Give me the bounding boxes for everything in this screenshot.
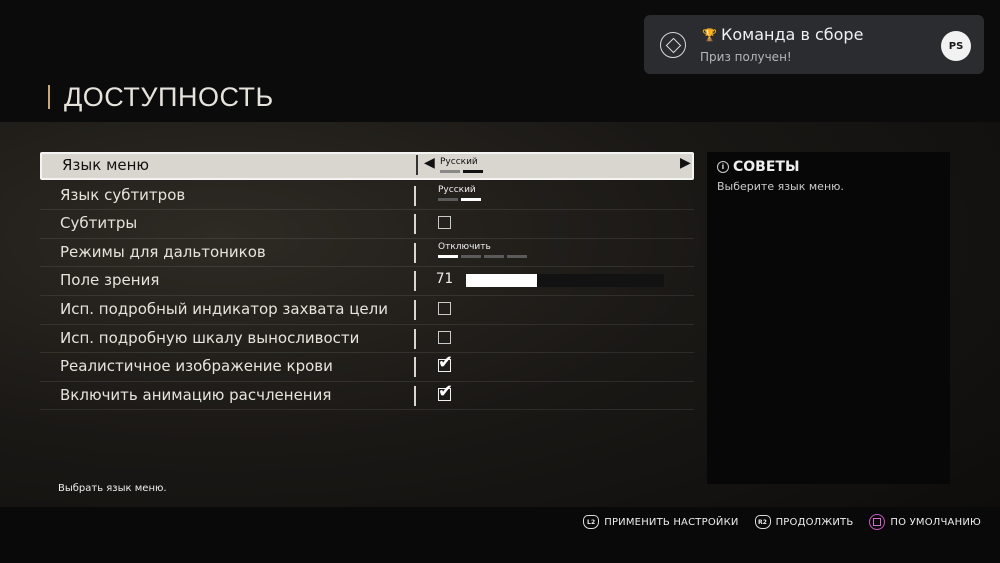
setting-label: Исп. подробную шкалу выносливости (60, 328, 360, 347)
fov-slider[interactable] (466, 274, 664, 288)
setting-label: Поле зрения (60, 271, 160, 290)
tips-panel: i СОВЕТЫ Выберите язык меню. (707, 152, 950, 484)
trophy-icon: 🏆 (702, 28, 717, 42)
setting-checkbox[interactable] (438, 216, 451, 230)
row-divider (414, 185, 416, 206)
row-divider (414, 328, 416, 349)
notification-subtitle: Приз получен! (700, 50, 792, 64)
apply-settings-label: ПРИМЕНИТЬ НАСТРОЙКИ (604, 516, 739, 528)
option-value: Русский (438, 184, 476, 195)
restore-defaults-action[interactable]: ПО УМОЛЧАНИЮ (869, 514, 981, 530)
row-divider (414, 357, 416, 378)
setting-row[interactable]: Язык субтитров Русский (40, 182, 694, 211)
setting-row[interactable]: Включить анимацию расчленения ✔ (40, 381, 694, 411)
row-divider (414, 242, 416, 263)
setting-checkbox[interactable]: ✔ (438, 381, 453, 401)
option-segment (438, 197, 458, 201)
option-segment (484, 254, 504, 258)
setting-label: Язык меню (62, 156, 150, 174)
continue-label: ПРОДОЛЖИТЬ (775, 516, 854, 528)
setting-row[interactable]: Реалистичное изображение крови ✔ (40, 353, 694, 382)
slider-fill (466, 274, 538, 288)
notification-title: Команда в сборе (721, 25, 864, 44)
r2-button-icon: R2 (754, 515, 771, 529)
row-divider (414, 299, 416, 320)
row-divider (414, 385, 416, 406)
option-segment (463, 170, 483, 173)
setting-checkbox[interactable] (438, 301, 451, 315)
setting-row[interactable]: Исп. подробную шкалу выносливости (40, 325, 694, 354)
slider-value: 71 (436, 271, 453, 288)
continue-action[interactable]: R2 ПРОДОЛЖИТЬ (754, 515, 854, 529)
option-segment (507, 254, 527, 258)
setting-label: Исп. подробный индикатор захвата цели (60, 299, 388, 318)
trophy-notification[interactable]: 🏆 Команда в сборе Приз получен! PS (644, 15, 984, 74)
checkmark-icon: ✔ (438, 352, 454, 374)
tips-heading: i СОВЕТЫ (717, 159, 799, 175)
option-segment (440, 170, 460, 173)
row-divider (416, 155, 418, 175)
setting-label: Субтитры (60, 214, 138, 233)
tips-text: Выберите язык меню. (717, 180, 844, 193)
setting-label: Режимы для дальтоников (60, 242, 266, 261)
setting-label: Реалистичное изображение крови (60, 357, 333, 376)
option-segment (438, 254, 458, 258)
option-value: Отключить (438, 241, 491, 252)
checkmark-icon: ✔ (438, 380, 454, 402)
setting-checkbox[interactable]: ✔ (438, 353, 453, 373)
setting-row[interactable]: Язык меню ◀ ▶ Русский (40, 152, 694, 180)
restore-defaults-label: ПО УМОЛЧАНИЮ (890, 516, 981, 528)
option-position-indicator (438, 254, 527, 258)
diamond-icon (660, 32, 686, 58)
setting-row[interactable]: Поле зрения 71 (40, 267, 694, 296)
setting-label: Включить анимацию расчленения (60, 385, 332, 404)
page-title: ДОСТУПНОСТЬ (64, 81, 274, 112)
row-divider (414, 214, 416, 235)
info-icon: i (717, 161, 729, 173)
page-header: ДОСТУПНОСТЬ (48, 80, 274, 114)
footer-hint: Выбрать язык меню. (58, 483, 167, 494)
l2-button-icon: L2 (583, 515, 600, 529)
tips-title: СОВЕТЫ (733, 159, 800, 175)
setting-row[interactable]: Режимы для дальтоников Отключить (40, 239, 694, 268)
arrow-left-icon[interactable]: ◀ (424, 155, 435, 171)
setting-row[interactable]: Субтитры (40, 210, 694, 239)
option-selector[interactable]: Русский (438, 185, 481, 201)
option-position-indicator (440, 170, 483, 173)
row-divider (414, 271, 416, 292)
playstation-icon: PS (941, 31, 971, 61)
option-position-indicator (438, 197, 481, 201)
setting-checkbox[interactable] (438, 330, 451, 344)
apply-settings-action[interactable]: L2 ПРИМЕНИТЬ НАСТРОЙКИ (583, 515, 738, 529)
setting-label: Язык субтитров (60, 185, 186, 204)
option-value: Русский (440, 157, 478, 167)
option-selector[interactable]: Отключить (438, 242, 527, 258)
title-accent-bar (48, 85, 50, 109)
option-segment (461, 254, 481, 258)
setting-row[interactable]: Исп. подробный индикатор захвата цели (40, 296, 694, 325)
arrow-right-icon[interactable]: ▶ (680, 155, 691, 171)
action-bar: L2 ПРИМЕНИТЬ НАСТРОЙКИ R2 ПРОДОЛЖИТЬ ПО … (583, 514, 981, 530)
settings-list: Язык меню ◀ ▶ Русский Язык субтитров Русский С… (40, 152, 694, 411)
option-selector[interactable]: Русский (440, 157, 483, 173)
option-segment (461, 197, 481, 201)
square-button-icon (869, 514, 886, 530)
